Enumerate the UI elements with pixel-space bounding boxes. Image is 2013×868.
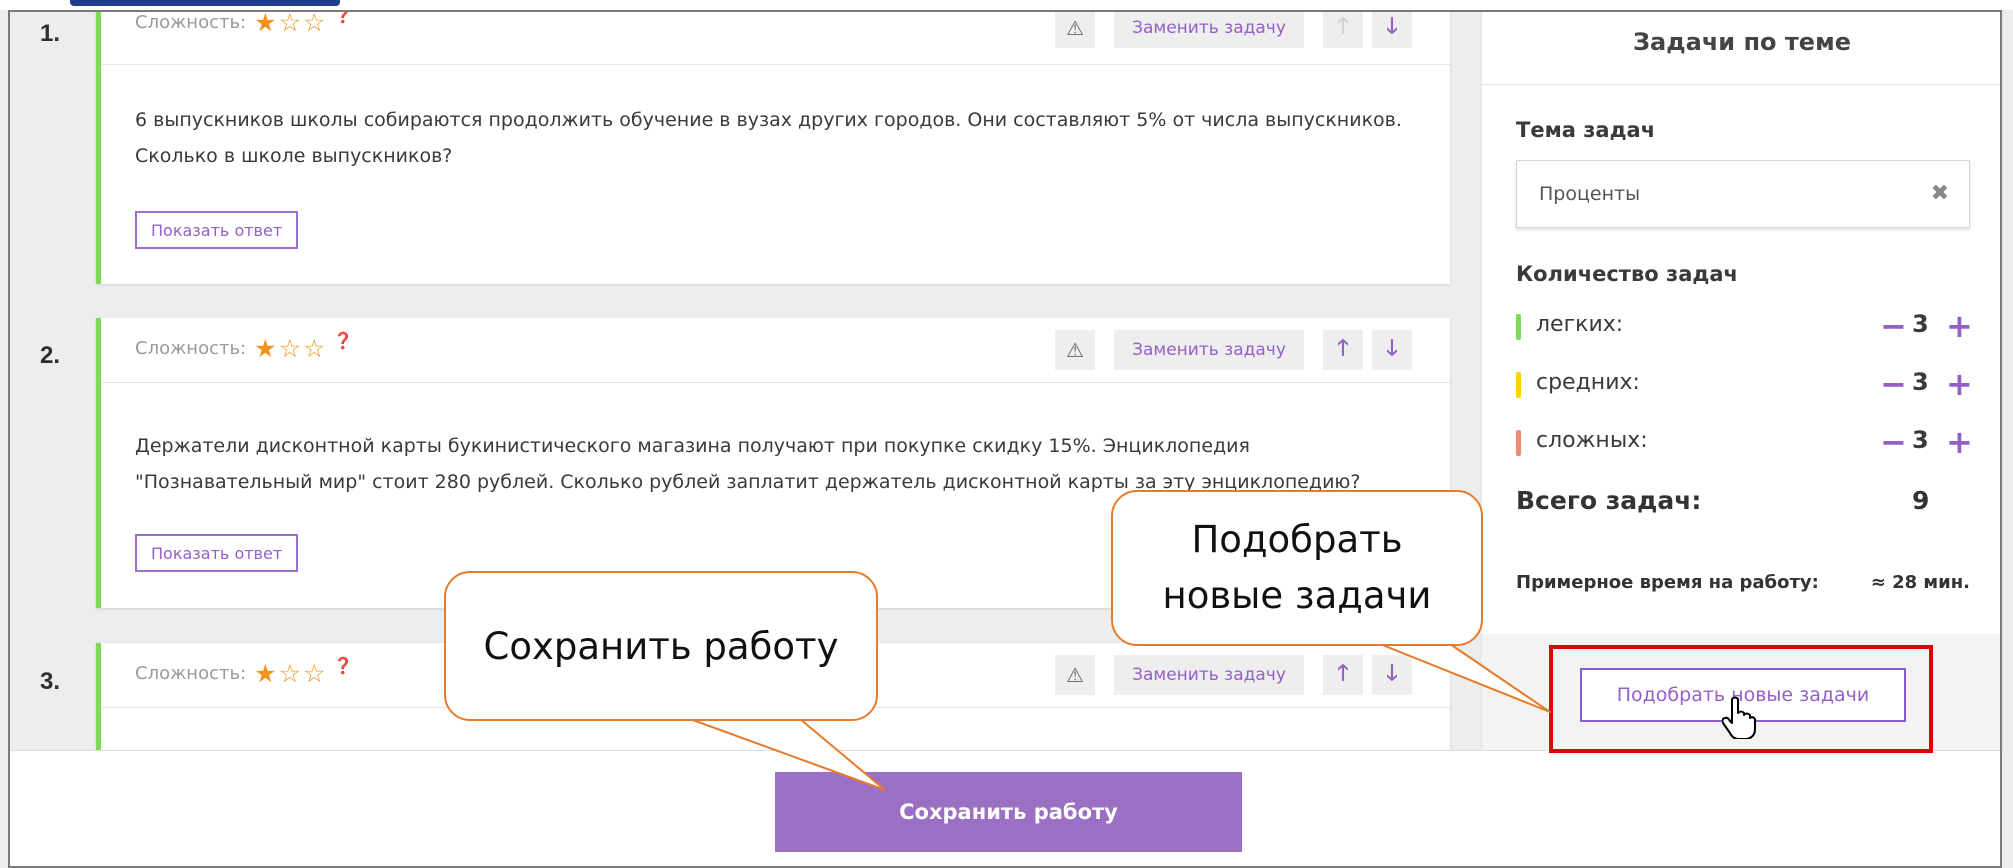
callout-pick-line2: новые задачи [1162, 574, 1432, 617]
callout-pick-line1: Подобрать [1191, 518, 1403, 561]
app-screen: 1. Сложность: ★ ☆ ☆ ❓ ⚠ Заменить задачу … [0, 0, 2013, 868]
callout-pick-text: Подобрать новые задачи [1163, 512, 1432, 624]
callout-tail-save [689, 718, 886, 791]
callout-pick-tasks: Подобрать новые задачи [1111, 490, 1483, 646]
callout-save-text: Сохранить работу [483, 624, 839, 668]
callout-save-work: Сохранить работу [444, 571, 878, 721]
callout-tails [689, 642, 1551, 791]
header-fragment [70, 0, 340, 6]
top-strip [0, 0, 2013, 10]
callout-tail-pick [1379, 643, 1551, 713]
